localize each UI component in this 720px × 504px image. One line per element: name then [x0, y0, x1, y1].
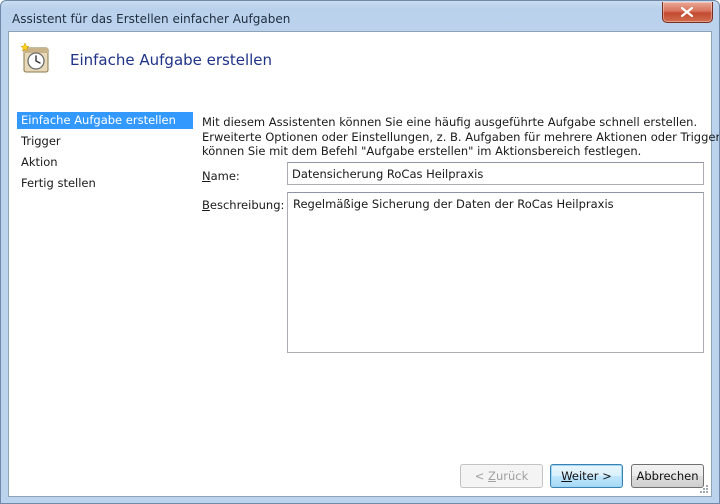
next-button-rest: eiter > — [571, 469, 612, 483]
page-title: Einfache Aufgabe erstellen — [70, 51, 273, 69]
clock-wizard-icon — [20, 42, 53, 74]
description-label-rest: eschreibung: — [209, 198, 285, 212]
description-label-accel: B — [202, 198, 210, 212]
name-label: Name: — [202, 169, 240, 183]
wizard-window: Assistent für das Erstellen einfacher Au… — [0, 0, 720, 504]
intro-line-1: Mit diesem Assistenten können Sie eine h… — [202, 115, 698, 129]
sidebar-item-einfache-aufgabe[interactable]: Einfache Aufgabe erstellen — [17, 112, 193, 129]
intro-line-3: können Sie mit dem Befehl "Aufgabe erste… — [202, 144, 642, 158]
intro-text: Mit diesem Assistenten können Sie eine h… — [202, 115, 720, 159]
description-textarea[interactable]: Regelmäßige Sicherung der Daten der RoCa… — [287, 192, 704, 353]
wizard-client-area: Einfache Aufgabe erstellen Einfache Aufg… — [8, 31, 720, 497]
back-button-rest: urück — [495, 469, 529, 483]
name-input[interactable] — [287, 162, 704, 185]
name-label-accel: N — [202, 169, 211, 183]
sidebar-item-trigger[interactable]: Trigger — [17, 133, 193, 150]
wizard-header: Einfache Aufgabe erstellen — [9, 32, 711, 90]
close-icon — [681, 7, 693, 17]
sidebar-item-aktion[interactable]: Aktion — [17, 154, 193, 171]
back-button-prefix: < — [474, 469, 489, 483]
resize-grip-icon[interactable] — [699, 484, 709, 494]
name-label-rest: ame: — [210, 169, 240, 183]
title-bar[interactable]: Assistent für das Erstellen einfacher Au… — [1, 1, 719, 31]
cancel-button[interactable]: Abbrechen — [631, 464, 704, 488]
next-button[interactable]: Weiter > — [550, 464, 623, 488]
wizard-steps-sidebar: Einfache Aufgabe erstellen Trigger Aktio… — [17, 112, 193, 196]
description-label: Beschreibung: — [202, 198, 284, 212]
window-title: Assistent für das Erstellen einfacher Au… — [12, 12, 291, 26]
close-button[interactable] — [662, 2, 713, 23]
sidebar-item-fertig-stellen[interactable]: Fertig stellen — [17, 175, 193, 192]
next-button-accel: W — [561, 469, 572, 483]
back-button[interactable]: < Zurück — [460, 464, 543, 488]
intro-line-2: Erweiterte Optionen oder Einstellungen, … — [202, 129, 720, 144]
back-button-accel: Z — [488, 469, 496, 483]
